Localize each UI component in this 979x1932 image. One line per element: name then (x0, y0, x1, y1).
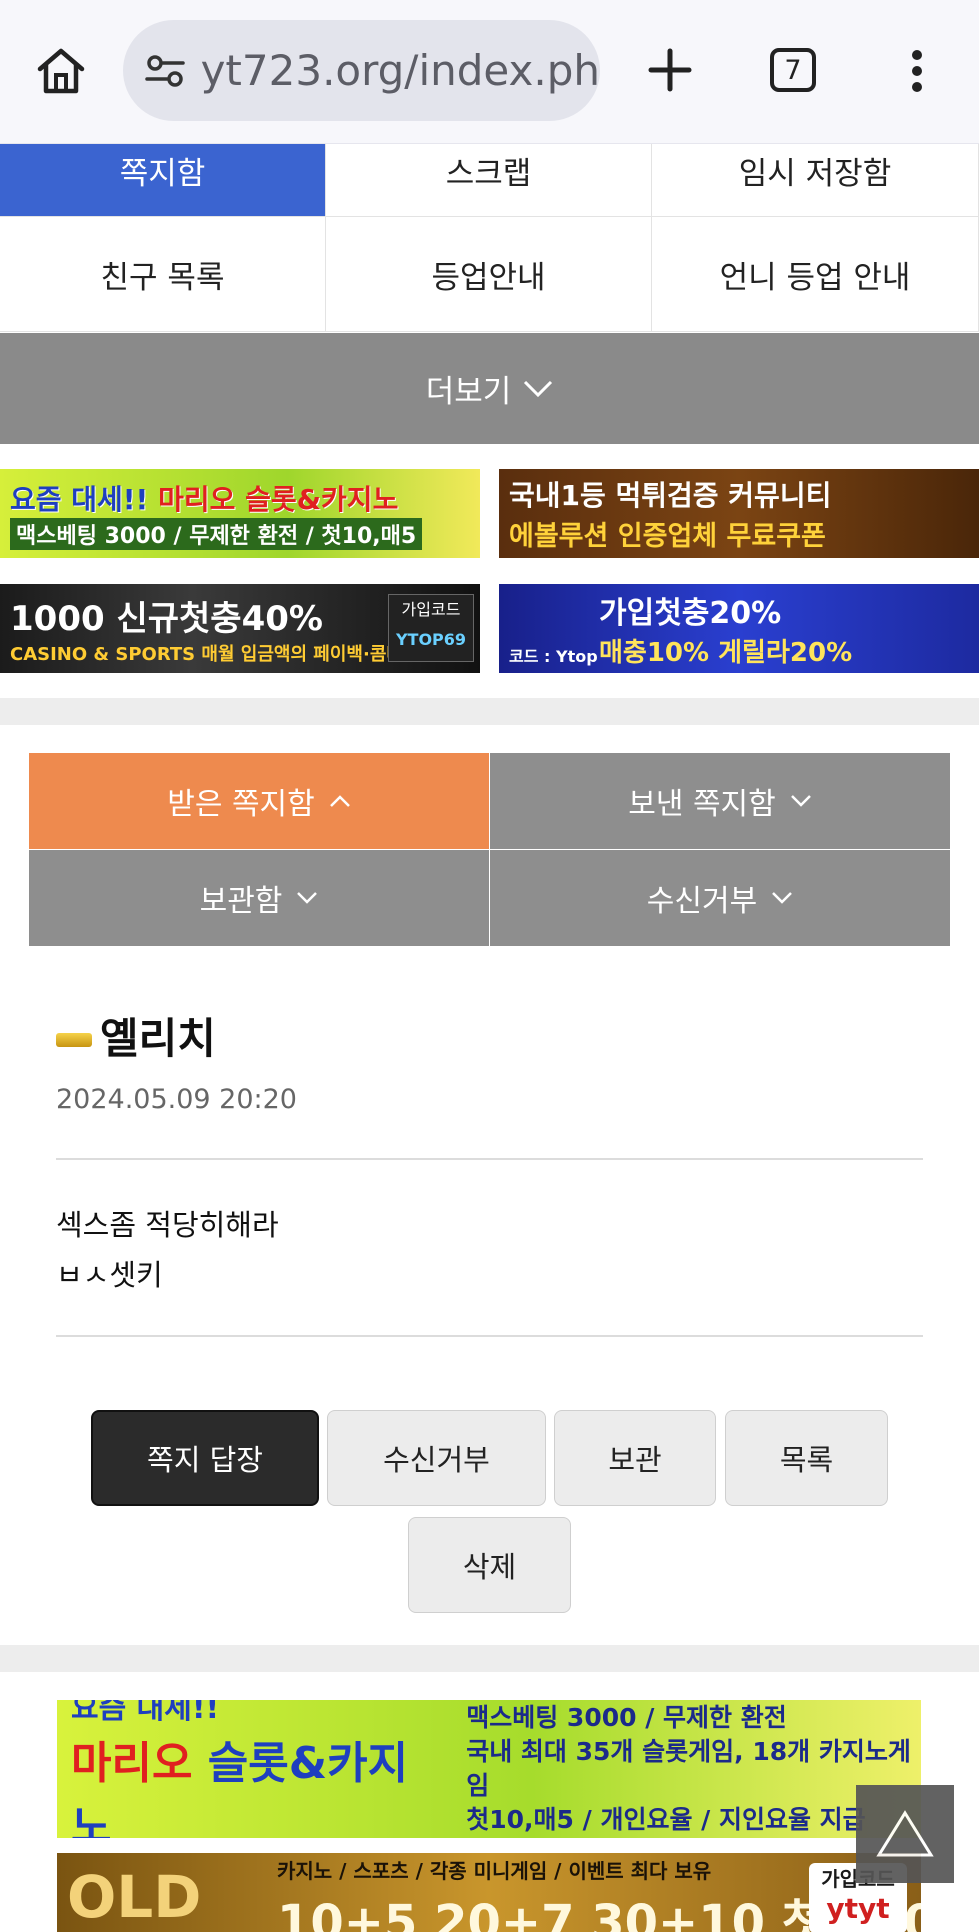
banner-text: 마리오 (71, 1738, 193, 1789)
banner-text: 첫10,매5 / 개인요율 / 지인요율 지급 (466, 1805, 866, 1834)
divider (56, 1335, 923, 1337)
tab-label: 받은 쪽지함 (167, 787, 315, 822)
url-text: yt723.org/index.ph (200, 46, 600, 95)
triangle-up-icon (876, 1810, 934, 1857)
site-settings-icon[interactable] (141, 45, 189, 97)
banner-text: 맥스베팅 3000 / 무제한 환전 (466, 1703, 787, 1732)
banner-text: 코드 : Ytop (509, 647, 598, 666)
menu-item-scrap[interactable]: 스크랩 (326, 144, 652, 217)
tab-saved[interactable]: 보관함 (29, 850, 489, 946)
chevron-down-icon (524, 380, 553, 397)
user-menu-grid: 쪽지함 스크랩 임시 저장함 친구 목록 등업안내 언니 등업 안내 (0, 144, 979, 332)
menu-item-friends[interactable]: 친구 목록 (0, 217, 326, 332)
reply-button[interactable]: 쪽지 답장 (91, 1410, 319, 1506)
keep-button[interactable]: 보관 (554, 1410, 716, 1506)
banner-text: 매충10% 게릴라20% (599, 638, 853, 668)
join-code-box: 가입코드 YTOP69 (388, 594, 474, 662)
mailbox-tabs: 받은 쪽지함 보낸 쪽지함 보관함 수신거부 (29, 753, 950, 946)
banner-text: YTOP69 (395, 630, 467, 649)
chevron-down-icon (790, 795, 811, 807)
block-button[interactable]: 수신거부 (327, 1410, 546, 1506)
new-tab-icon[interactable] (640, 40, 700, 100)
ad-banner-1000[interactable]: 1000 신규첫충40% CASINO & SPORTS 매월 입금액의 페이백… (0, 584, 480, 673)
scroll-to-top-button[interactable] (856, 1785, 954, 1883)
message-line: ㅂㅅ셋키 (56, 1258, 163, 1292)
banner-text: ytyt (826, 1892, 890, 1925)
section-divider (0, 1645, 979, 1672)
menu-item-messages[interactable]: 쪽지함 (0, 144, 326, 217)
banner-text: 카지노 / 스포츠 / 각종 미니게임 / 이벤트 최다 보유 (277, 1859, 712, 1883)
tab-switcher-button[interactable]: 7 (770, 48, 816, 92)
tab-blocked[interactable]: 수신거부 (490, 850, 950, 946)
tab-label: 보관함 (199, 884, 283, 919)
menu-item-level-guide[interactable]: 등업안내 (326, 217, 652, 332)
chevron-down-icon (297, 892, 318, 904)
browser-toolbar: yt723.org/index.ph 7 (0, 0, 979, 144)
message-line: 섹스좀 적당히해라 (56, 1208, 279, 1242)
address-bar[interactable]: yt723.org/index.ph (123, 20, 600, 121)
banner-text: 요즘 대세!! (71, 1700, 220, 1726)
banner-text: 맥스베팅 3000 / 무제한 환전 / 첫10,매5 (10, 517, 423, 550)
tab-label: 수신거부 (646, 884, 758, 919)
level-badge-icon (56, 1032, 92, 1047)
home-icon[interactable] (30, 40, 92, 102)
ad-banner-mario[interactable]: 요즘 대세!! 마리오 슬롯&카지노 맥스베팅 3000 / 무제한 환전 / … (0, 469, 480, 558)
banner-text: 에볼루션 인증업체 무료쿠폰 (509, 521, 826, 552)
banner-logo: OLD (67, 1863, 202, 1931)
message-date: 2024.05.09 20:20 (56, 1084, 297, 1115)
ad-banner-old[interactable]: OLD 카지노 / 스포츠 / 각종 미니게임 / 이벤트 최다 보유 10+5… (57, 1853, 921, 1932)
chevron-up-icon (329, 795, 350, 807)
message-body: 섹스좀 적당히해라 ㅂㅅ셋키 (56, 1200, 279, 1300)
ad-banner-mario-large[interactable]: 요즘 대세!! 마리오 슬롯&카지노 맥스베팅 3000 / 무제한 환전 국내… (57, 1700, 921, 1838)
section-divider (0, 698, 979, 725)
banner-text: 마리오 슬롯&카지노 (158, 482, 399, 516)
message-sender: 옐리치 (56, 1005, 216, 1066)
list-button[interactable]: 목록 (725, 1410, 888, 1506)
banner-text: 요즘 대세!! (10, 482, 149, 516)
sender-name[interactable]: 옐리치 (100, 1005, 216, 1066)
divider (56, 1158, 923, 1160)
menu-item-sister-level-guide[interactable]: 언니 등업 안내 (652, 217, 979, 332)
banner-text: 국내 최대 35개 슬롯게임, 18개 카지노게임 (466, 1737, 911, 1800)
tab-count: 7 (784, 54, 802, 86)
tab-inbox[interactable]: 받은 쪽지함 (29, 753, 489, 849)
ad-banner-ytop[interactable]: 가입첫충20% 매충10% 게릴라20% 코드 : Ytop (499, 584, 979, 673)
ad-banner-community[interactable]: 국내1등 먹튀검증 커뮤니티 에볼루션 인증업체 무료쿠폰 (499, 469, 979, 558)
menu-item-drafts[interactable]: 임시 저장함 (652, 144, 979, 217)
more-menu-icon[interactable] (895, 40, 939, 102)
delete-button[interactable]: 삭제 (408, 1517, 571, 1613)
chevron-down-icon (772, 892, 793, 904)
banner-text: 가입첫충20% (599, 596, 782, 631)
banner-text: 국내1등 먹튀검증 커뮤니티 (509, 479, 832, 512)
more-button[interactable]: 더보기 (0, 333, 979, 444)
tab-label: 보낸 쪽지함 (628, 787, 776, 822)
more-label: 더보기 (425, 374, 512, 410)
banner-text: 가입코드 (401, 600, 461, 619)
tab-sent[interactable]: 보낸 쪽지함 (490, 753, 950, 849)
